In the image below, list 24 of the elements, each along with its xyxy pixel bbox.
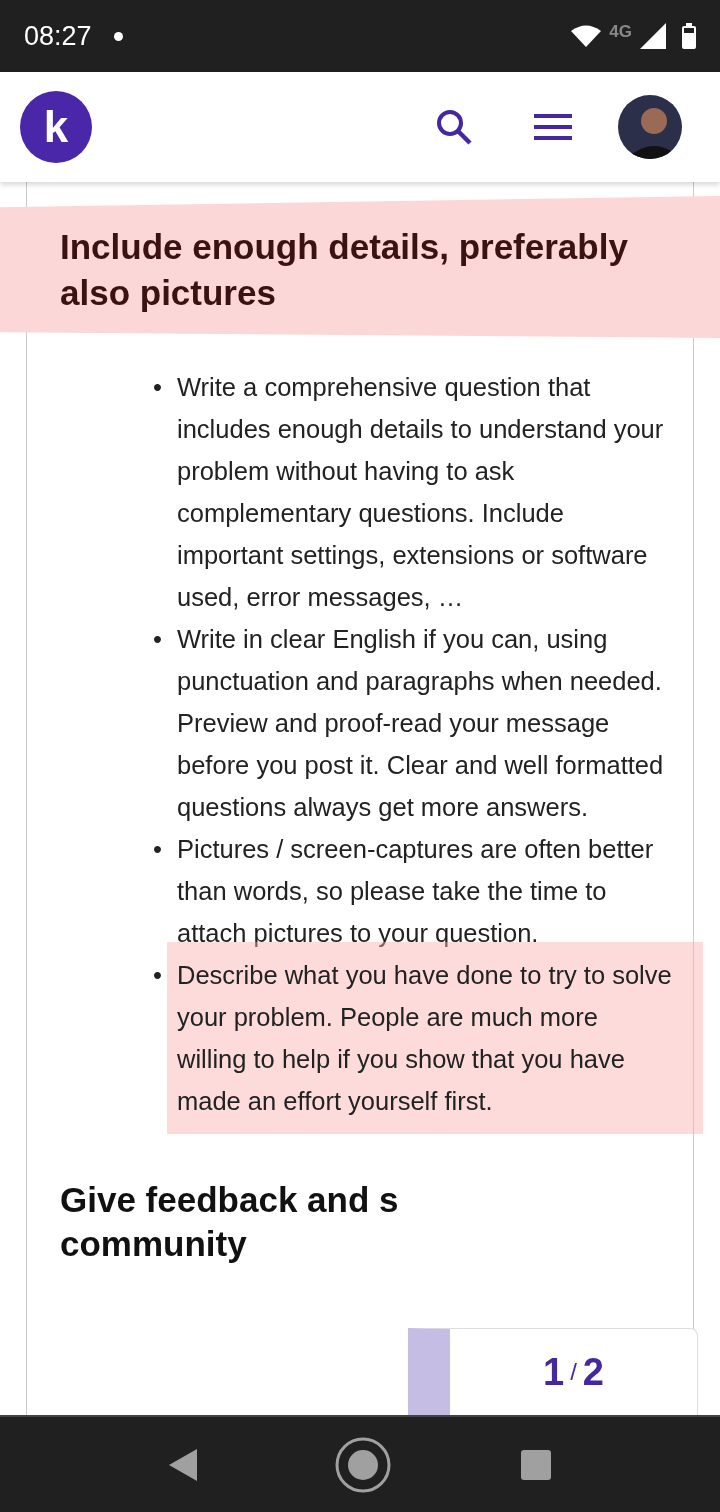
recents-icon[interactable]	[521, 1449, 551, 1480]
page-total: 2	[582, 1349, 604, 1395]
menu-icon[interactable]	[534, 114, 572, 140]
wifi-icon	[571, 24, 602, 48]
bullet: •	[153, 960, 163, 991]
section-heading: Include enough details, preferably also pictures	[0, 196, 720, 338]
list-item: Write a comprehensive question that includes enough details to understand your problem without having to ask complementary questions. Include important settings, extensions or software used, error messages, …	[177, 372, 665, 613]
logo[interactable]: k	[20, 91, 92, 163]
back-icon[interactable]	[169, 1448, 199, 1481]
section-heading: Give feedback and s community	[60, 1179, 400, 1265]
clock: 08:27	[24, 19, 92, 53]
bullet: •	[153, 624, 163, 655]
page-separator: /	[570, 1357, 577, 1387]
bullet: •	[153, 834, 163, 865]
page-indicator[interactable]: 1/2	[408, 1328, 698, 1415]
search-icon[interactable]	[436, 109, 472, 145]
home-icon[interactable]	[335, 1436, 391, 1493]
page-number: 1	[543, 1349, 565, 1395]
signal-icon	[640, 23, 666, 49]
notification-dot	[113, 31, 123, 41]
battery-icon	[682, 23, 696, 49]
bullet: •	[153, 372, 163, 403]
network-label: 4G	[609, 21, 632, 43]
list-item: Write in clear English if you can, using punctuation and paragraphs when needed. Preview and proof-read your message before you post it. Clear and well formatted questions always get more answers.	[177, 624, 665, 823]
